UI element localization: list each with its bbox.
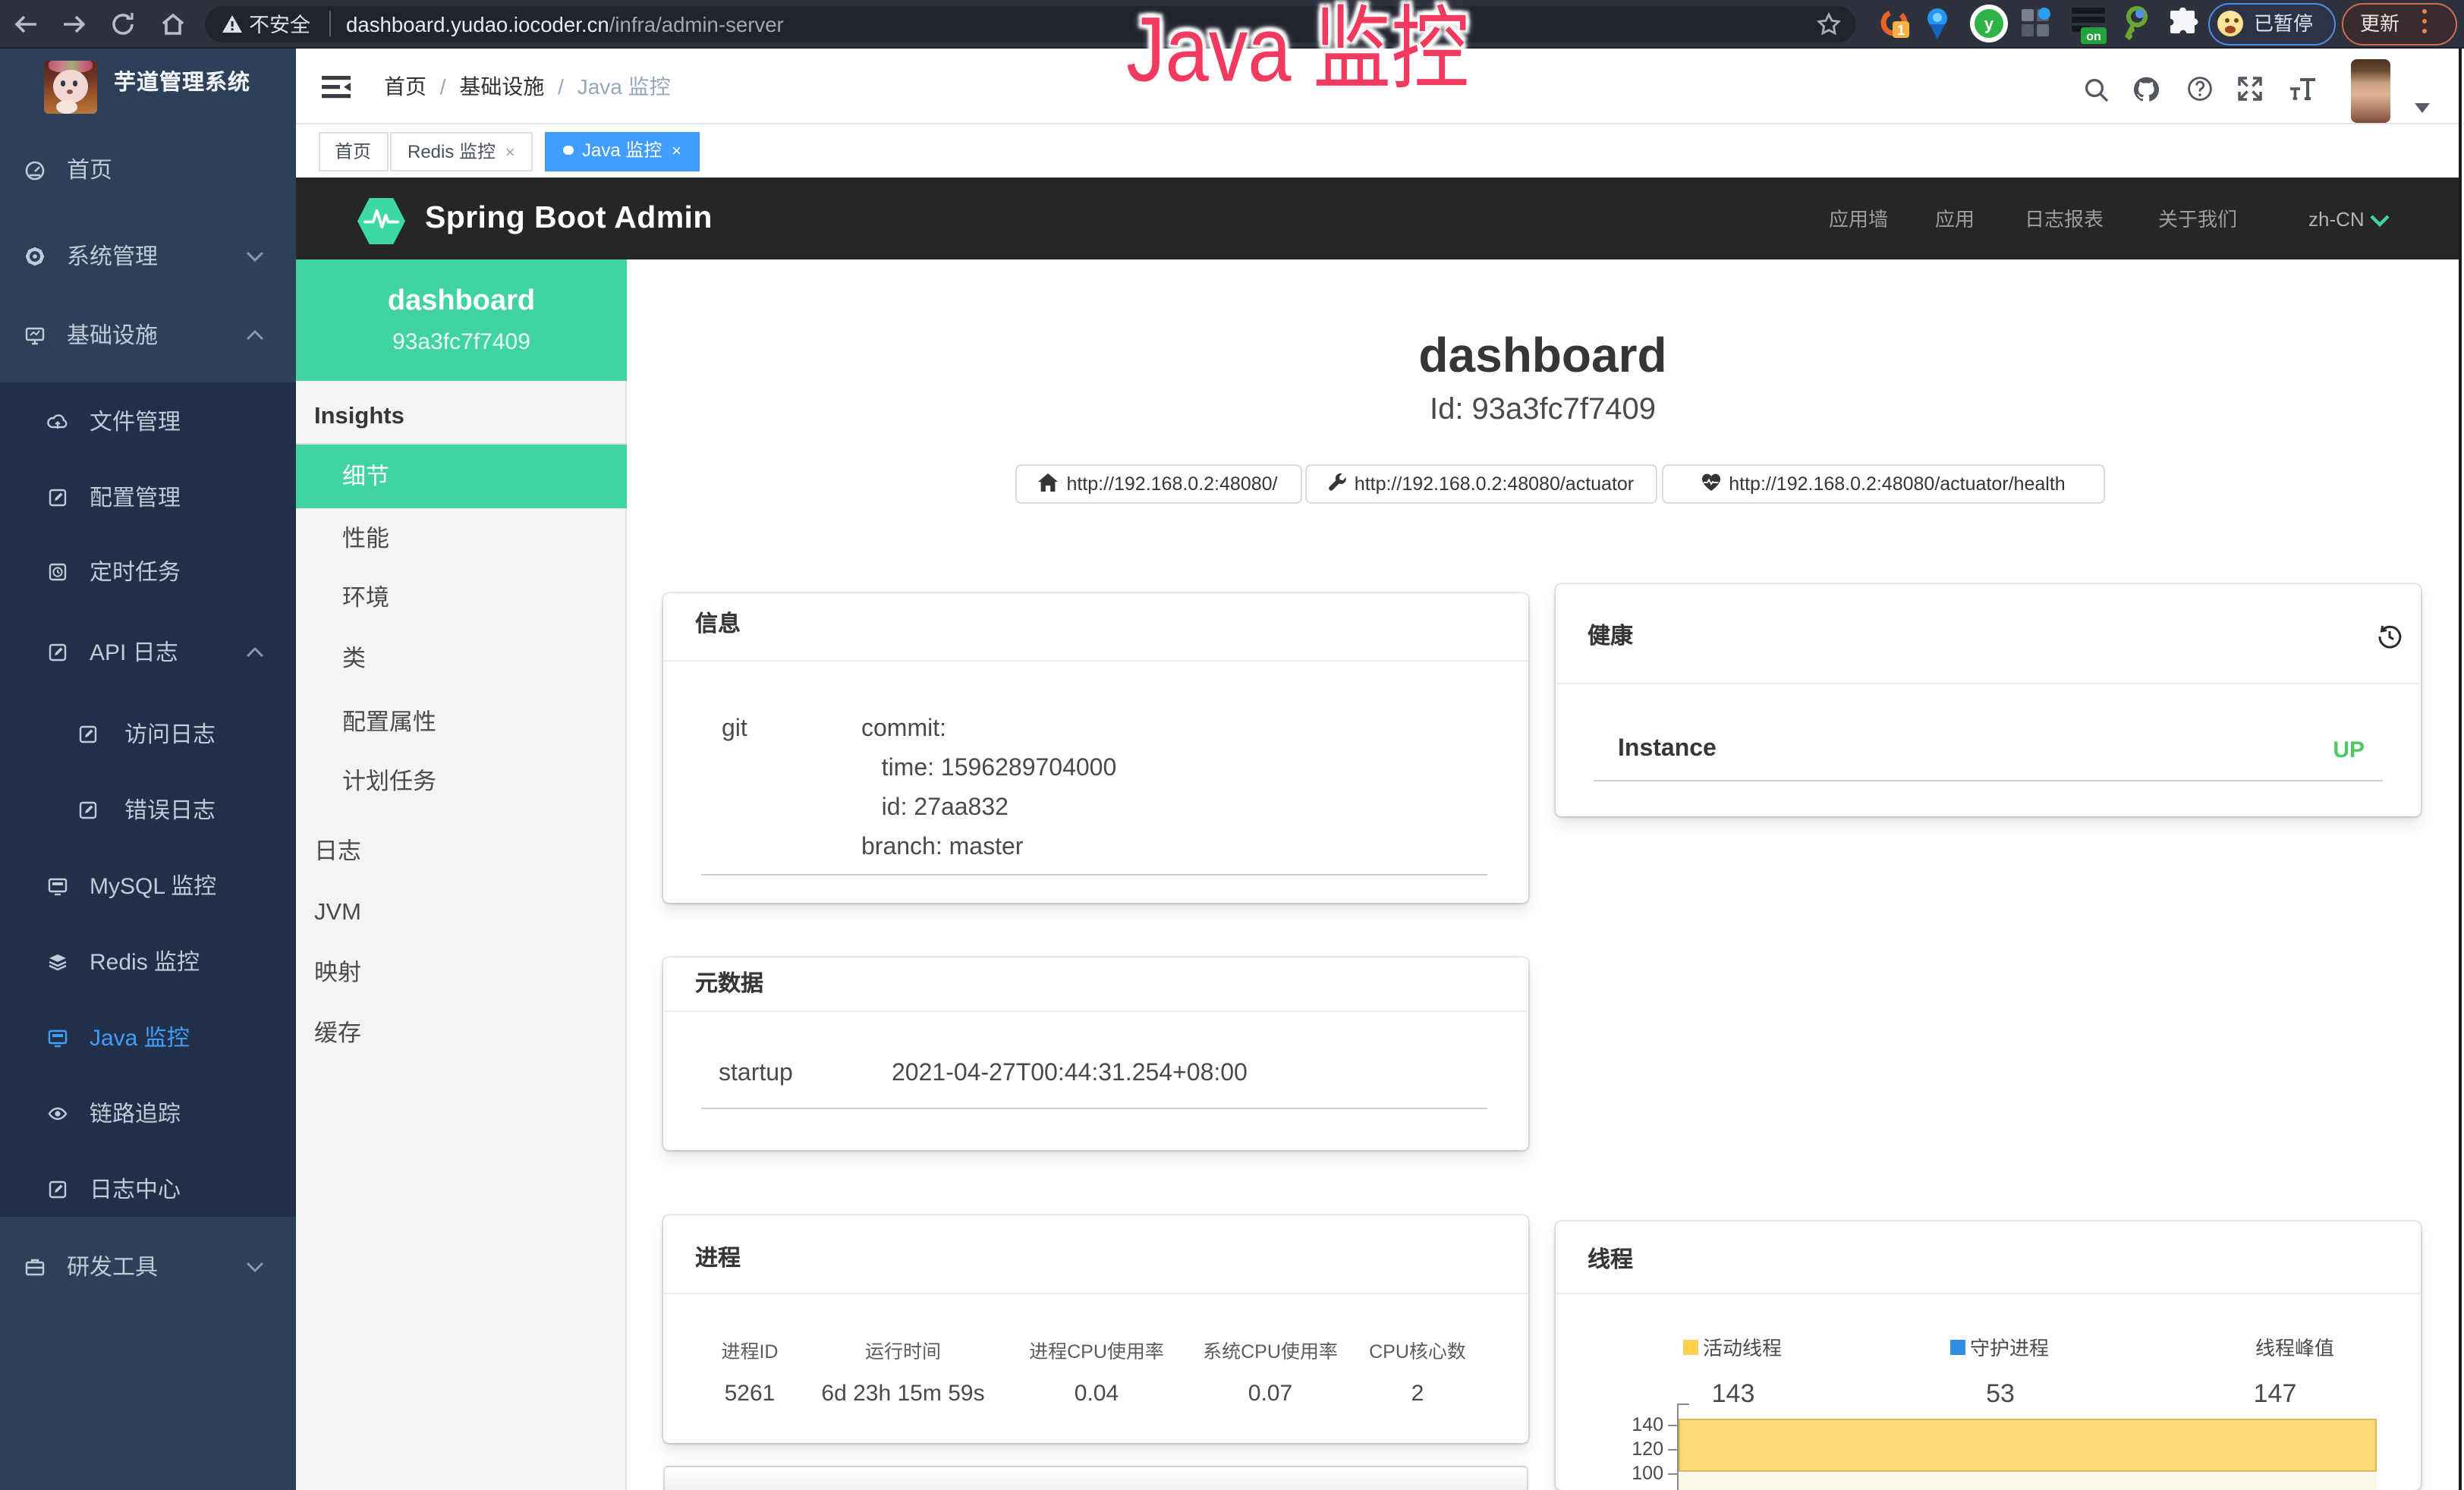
- svg-text:y: y: [1984, 14, 1994, 33]
- svg-text:on: on: [2086, 30, 2101, 43]
- svg-text:1: 1: [1897, 23, 1905, 38]
